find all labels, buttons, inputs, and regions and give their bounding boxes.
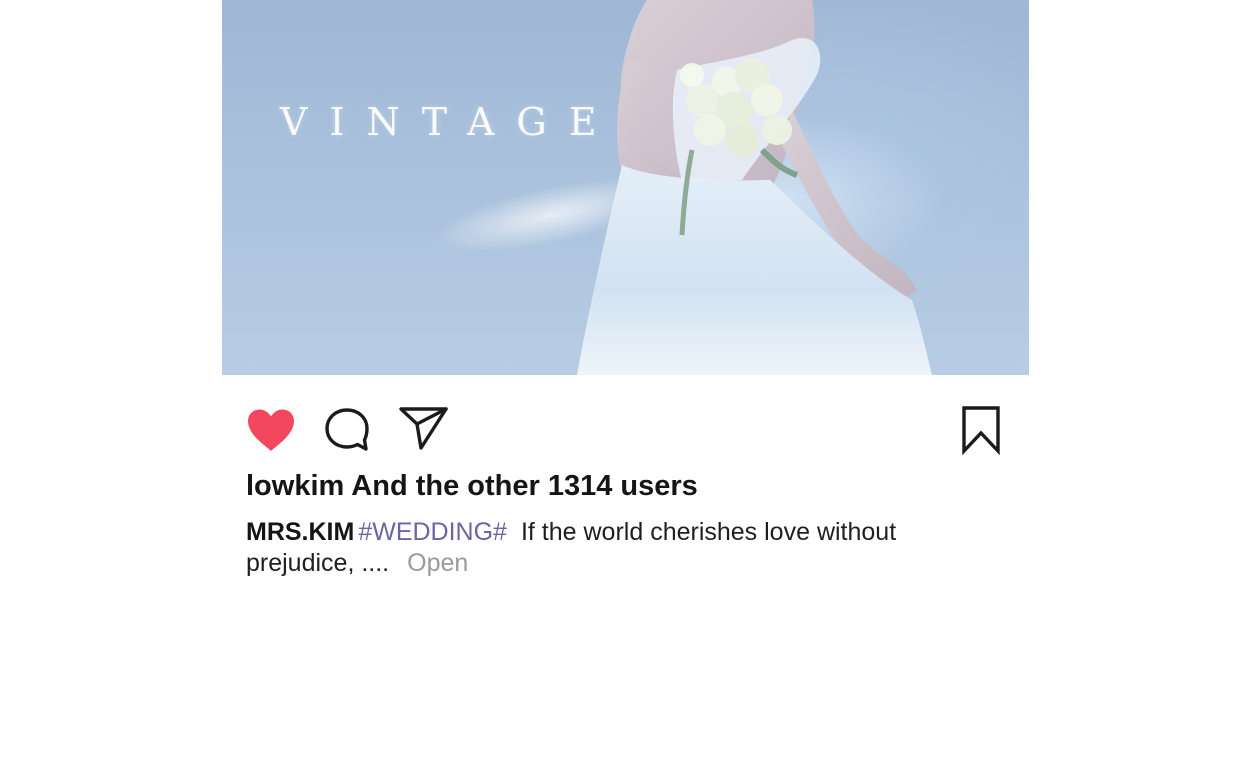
- caption-more-link[interactable]: Open: [407, 549, 468, 577]
- caption-hashtag[interactable]: #WEDDING#: [358, 518, 507, 546]
- paper-plane-icon[interactable]: [399, 405, 449, 451]
- likes-summary[interactable]: lowkim And the other 1314 users: [246, 470, 698, 503]
- image-overlay-title: VINTAGE: [280, 100, 619, 144]
- post-photo[interactable]: VINTAGE: [222, 0, 1029, 375]
- caption-username[interactable]: MRS.KIM: [246, 518, 354, 546]
- post-caption: MRS.KIM #WEDDING# If the world cherishes l…: [246, 517, 946, 579]
- bookmark-icon[interactable]: [961, 405, 1001, 455]
- speech-bubble-icon[interactable]: [324, 407, 370, 453]
- bride-illustration: [434, 0, 932, 375]
- post-action-bar: [222, 400, 1029, 460]
- heart-filled-icon[interactable]: [246, 408, 296, 452]
